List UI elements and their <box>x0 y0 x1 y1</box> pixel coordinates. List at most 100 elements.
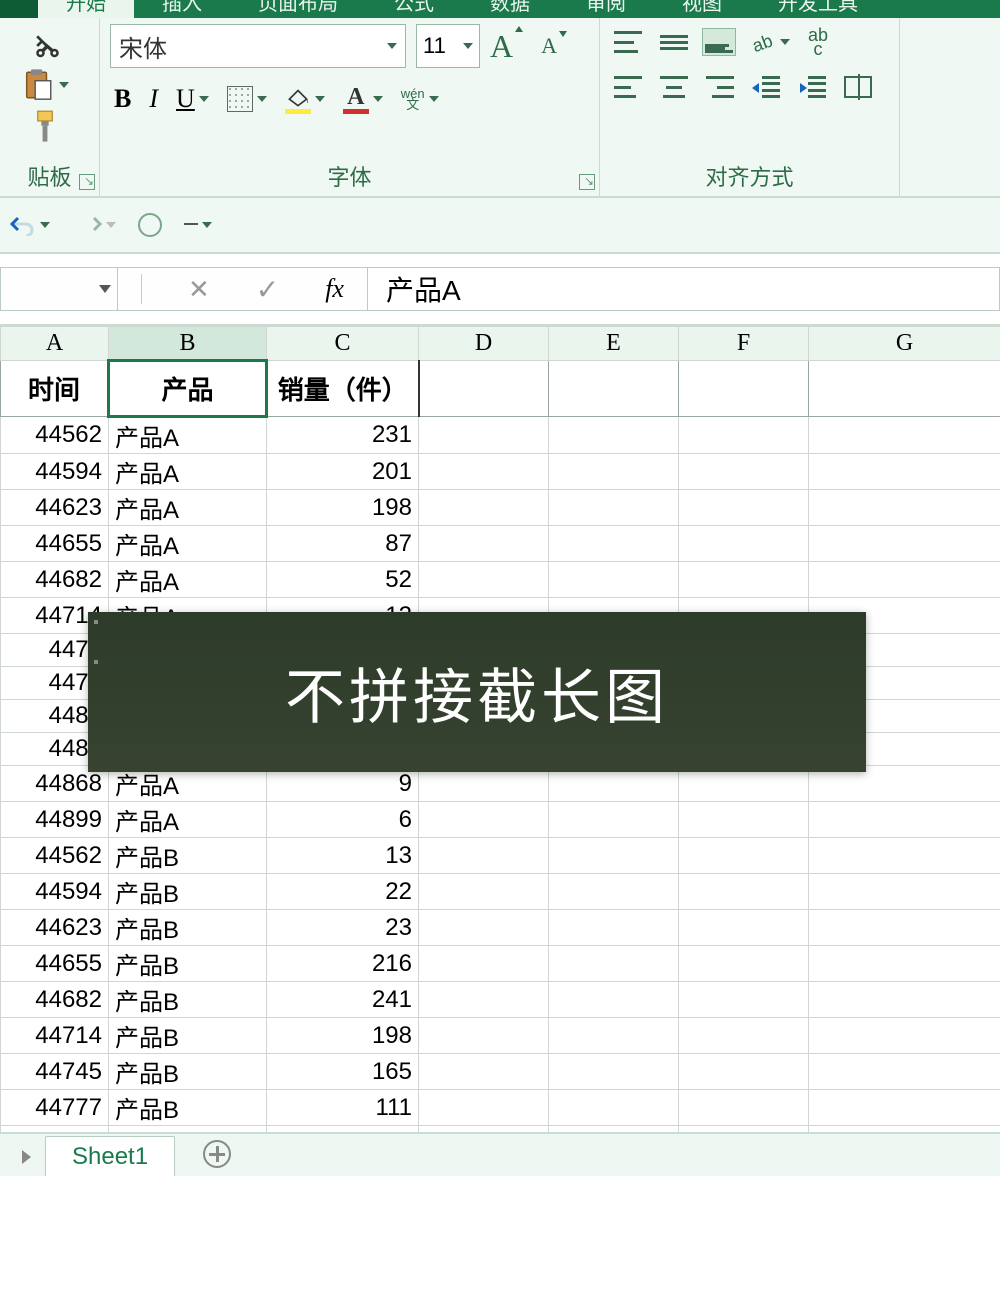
font-launcher-icon[interactable]: ↘ <box>579 174 595 190</box>
cell[interactable] <box>419 490 549 526</box>
cell[interactable]: 产品B <box>109 982 267 1018</box>
tab-layout[interactable]: 页面布局 <box>230 0 366 18</box>
align-middle-button[interactable] <box>656 27 692 57</box>
col-header-E[interactable]: E <box>549 327 679 361</box>
cell[interactable] <box>679 562 809 598</box>
cell[interactable] <box>809 946 1000 982</box>
cell[interactable] <box>419 1054 549 1090</box>
header-product[interactable]: 产品 <box>109 361 267 417</box>
cell[interactable]: 23 <box>267 910 419 946</box>
cell[interactable]: 44682 <box>1 562 109 598</box>
cell[interactable]: 44623 <box>1 490 109 526</box>
cell[interactable]: 198 <box>267 1018 419 1054</box>
cell[interactable]: 44714 <box>1 1018 109 1054</box>
decrease-indent-button[interactable] <box>748 72 784 102</box>
cell[interactable]: 产品A <box>109 490 267 526</box>
font-name-select[interactable]: 宋体 <box>110 24 406 68</box>
cell[interactable]: 44899 <box>1 802 109 838</box>
cell[interactable] <box>679 1018 809 1054</box>
cell[interactable]: 44594 <box>1 454 109 490</box>
tab-formulas[interactable]: 公式 <box>366 0 462 18</box>
cell[interactable] <box>549 562 679 598</box>
cancel-formula-icon[interactable]: ✕ <box>188 274 210 305</box>
cell[interactable] <box>549 874 679 910</box>
cell[interactable] <box>419 417 549 454</box>
cell[interactable]: 201 <box>267 454 419 490</box>
cell[interactable]: 44594 <box>1 874 109 910</box>
cell[interactable]: 产品A <box>109 526 267 562</box>
cell[interactable] <box>679 910 809 946</box>
font-size-select[interactable]: 11 <box>416 24 480 68</box>
cell[interactable] <box>809 526 1000 562</box>
cell[interactable]: 52 <box>267 562 419 598</box>
cell[interactable] <box>679 982 809 1018</box>
cell[interactable] <box>809 1018 1000 1054</box>
paste-icon[interactable] <box>21 68 55 102</box>
clipboard-launcher-icon[interactable]: ↘ <box>79 174 95 190</box>
cell[interactable] <box>549 946 679 982</box>
cell[interactable]: 198 <box>267 490 419 526</box>
cell[interactable] <box>809 1054 1000 1090</box>
tab-view[interactable]: 视图 <box>654 0 750 18</box>
cell[interactable]: 111 <box>267 1090 419 1126</box>
tab-developer[interactable]: 开发工具 <box>750 0 886 18</box>
cell[interactable]: 44655 <box>1 526 109 562</box>
cell[interactable] <box>809 982 1000 1018</box>
borders-button[interactable] <box>223 82 271 116</box>
cell[interactable] <box>809 417 1000 454</box>
cell[interactable]: 44745 <box>1 1054 109 1090</box>
cell[interactable]: 产品A <box>109 562 267 598</box>
sheet-nav-icon[interactable] <box>22 1150 31 1164</box>
col-header-D[interactable]: D <box>419 327 549 361</box>
cell[interactable]: 44562 <box>1 838 109 874</box>
cell[interactable] <box>549 910 679 946</box>
cell[interactable] <box>809 802 1000 838</box>
cell[interactable] <box>809 838 1000 874</box>
cell[interactable] <box>809 874 1000 910</box>
formula-input[interactable]: 产品A <box>368 267 1000 311</box>
cell[interactable] <box>679 490 809 526</box>
cell[interactable] <box>549 1018 679 1054</box>
cell[interactable] <box>809 490 1000 526</box>
cell[interactable] <box>549 982 679 1018</box>
cell[interactable] <box>419 454 549 490</box>
cell[interactable]: 产品B <box>109 946 267 982</box>
cell[interactable]: 6 <box>267 802 419 838</box>
col-header-F[interactable]: F <box>679 327 809 361</box>
cell[interactable] <box>679 838 809 874</box>
cell[interactable] <box>809 454 1000 490</box>
add-sheet-icon[interactable] <box>203 1140 231 1168</box>
cell[interactable] <box>419 838 549 874</box>
cell[interactable] <box>809 1090 1000 1126</box>
cell[interactable]: 13 <box>267 838 419 874</box>
align-bottom-button[interactable] <box>702 28 736 56</box>
qat-circle-button[interactable] <box>138 213 162 237</box>
insert-function-icon[interactable]: fx <box>325 274 344 304</box>
cell[interactable] <box>419 526 549 562</box>
col-header-A[interactable]: A <box>1 327 109 361</box>
underline-button[interactable]: U <box>172 80 213 118</box>
cell[interactable]: 产品B <box>109 1090 267 1126</box>
cell[interactable]: 产品B <box>109 910 267 946</box>
cell[interactable] <box>419 982 549 1018</box>
cell[interactable] <box>679 1090 809 1126</box>
cell[interactable] <box>549 1054 679 1090</box>
italic-button[interactable]: I <box>145 80 162 118</box>
cell[interactable] <box>549 802 679 838</box>
cell[interactable]: 产品A <box>109 454 267 490</box>
col-header-B[interactable]: B <box>109 327 267 361</box>
header-time[interactable]: 时间 <box>1 361 109 417</box>
cell[interactable] <box>809 562 1000 598</box>
decrease-font-icon[interactable]: A <box>541 33 557 59</box>
orientation-button[interactable]: ab <box>746 25 794 59</box>
cell[interactable] <box>419 562 549 598</box>
qat-customize-button[interactable] <box>180 218 216 232</box>
cell[interactable] <box>419 874 549 910</box>
increase-font-icon[interactable]: A <box>490 28 513 65</box>
sheet-tab[interactable]: Sheet1 <box>45 1136 175 1177</box>
bold-button[interactable]: B <box>110 80 135 118</box>
cell[interactable]: 44682 <box>1 982 109 1018</box>
wrap-text-button[interactable]: abc <box>804 24 832 60</box>
cell[interactable] <box>809 910 1000 946</box>
tab-review[interactable]: 审阅 <box>558 0 654 18</box>
